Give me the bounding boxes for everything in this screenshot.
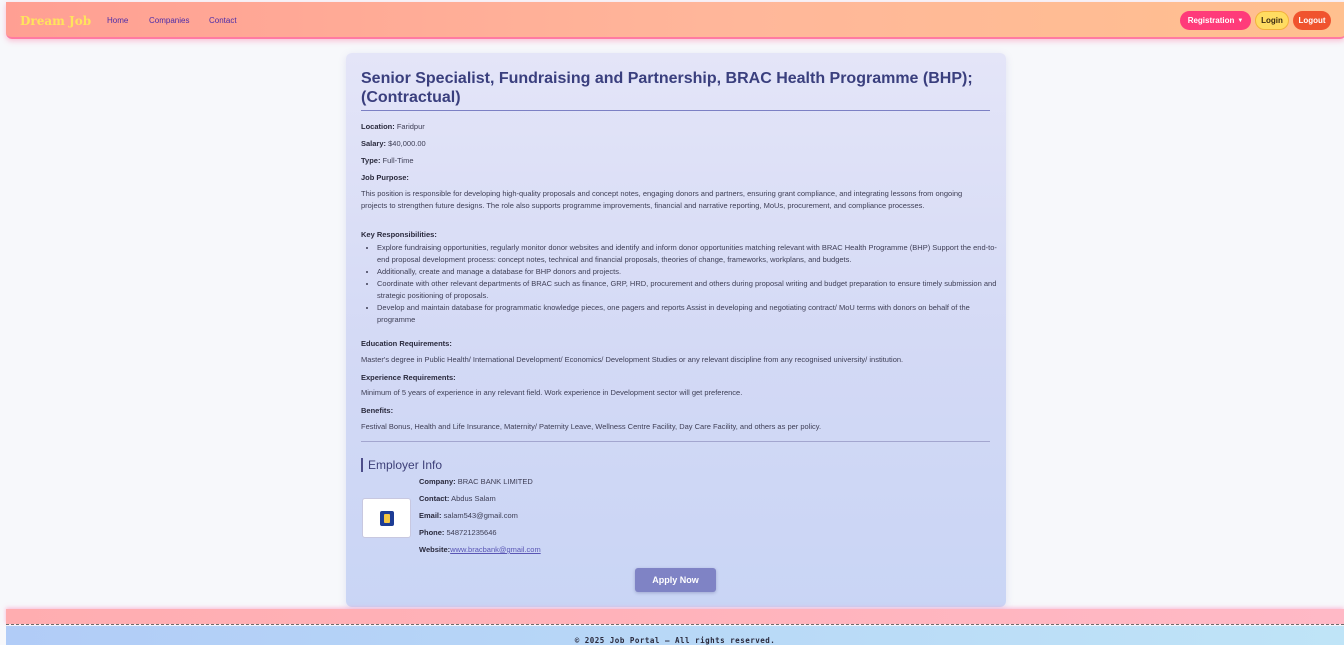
experience-label: Experience Requirements: bbox=[361, 373, 456, 382]
footer-accent-band bbox=[6, 609, 1344, 624]
salary-label: Salary: bbox=[361, 139, 387, 148]
job-purpose-heading: Job Purpose: bbox=[361, 172, 409, 184]
location-value: Faridpur bbox=[396, 122, 425, 131]
company-value: BRAC BANK LIMITED bbox=[457, 477, 533, 486]
registration-label: Registration bbox=[1187, 16, 1235, 25]
caret-down-icon: ▼ bbox=[1237, 17, 1244, 24]
nav-link-companies[interactable]: Companies bbox=[149, 16, 189, 25]
experience-text: Minimum of 5 years of experience in any … bbox=[361, 388, 743, 397]
employer-email: Email: salam543@gmail.com bbox=[419, 511, 518, 520]
location-label: Location: bbox=[361, 122, 395, 131]
contact-label: Contact: bbox=[419, 494, 450, 503]
benefits-heading: Benefits: bbox=[361, 405, 393, 417]
email-value: salam543@gmail.com bbox=[443, 511, 518, 520]
employer-contact: Contact: Abdus Salam bbox=[419, 494, 496, 503]
salary-value: $40,000.00 bbox=[388, 139, 426, 148]
benefits-label: Benefits: bbox=[361, 406, 394, 415]
registration-dropdown-button[interactable]: Registration ▼ bbox=[1180, 11, 1251, 30]
education-label: Education Requirements: bbox=[361, 339, 452, 348]
website-link[interactable]: www.bracbank@gmail.com bbox=[450, 545, 541, 554]
nav-link-contact[interactable]: Contact bbox=[209, 16, 237, 25]
phone-label: Phone: bbox=[419, 528, 445, 537]
experience-heading: Experience Requirements: bbox=[361, 372, 456, 384]
phone-value: 548721235646 bbox=[446, 528, 497, 537]
brac-bank-logo-icon bbox=[380, 511, 394, 526]
responsibilities-list: Explore fundraising opportunities, regul… bbox=[361, 242, 997, 326]
job-detail-card: Senior Specialist, Fundraising and Partn… bbox=[346, 53, 1006, 607]
responsibilities-label: Key Responsibilities: bbox=[361, 230, 437, 239]
benefits-text: Festival Bonus, Health and Life Insuranc… bbox=[361, 422, 822, 431]
top-navbar: Dream Job Home Companies Contact Registr… bbox=[6, 2, 1344, 39]
company-logo bbox=[362, 498, 411, 538]
login-button[interactable]: Login bbox=[1255, 11, 1289, 30]
list-item: Additionally, create and manage a databa… bbox=[377, 266, 997, 278]
section-divider bbox=[361, 441, 990, 442]
education-text: Master's degree in Public Health/ Intern… bbox=[361, 355, 904, 364]
job-location: Location: Faridpur bbox=[361, 121, 425, 133]
responsibilities-heading: Key Responsibilities: bbox=[361, 229, 437, 241]
job-title: Senior Specialist, Fundraising and Partn… bbox=[361, 70, 973, 106]
employer-phone: Phone: 548721235646 bbox=[419, 528, 497, 537]
website-label: Website: bbox=[419, 545, 451, 554]
footer: © 2025 Job Portal — All rights reserved. bbox=[6, 626, 1344, 645]
contact-value: Abdus Salam bbox=[451, 494, 496, 503]
employer-company: Company: BRAC BANK LIMITED bbox=[419, 477, 533, 486]
employer-website: Website:www.bracbank@gmail.com bbox=[419, 545, 541, 554]
nav-link-home[interactable]: Home bbox=[107, 16, 128, 25]
apply-now-button[interactable]: Apply Now bbox=[635, 568, 716, 592]
company-label: Company: bbox=[419, 477, 456, 486]
list-item: Develop and maintain database for progra… bbox=[377, 302, 997, 326]
list-item: Explore fundraising opportunities, regul… bbox=[377, 242, 997, 266]
copyright-text: © 2025 Job Portal — All rights reserved. bbox=[574, 636, 776, 645]
type-value: Full-Time bbox=[382, 156, 414, 165]
title-divider bbox=[361, 110, 990, 111]
education-heading: Education Requirements: bbox=[361, 338, 452, 350]
job-purpose-text: This position is responsible for develop… bbox=[361, 189, 963, 210]
email-label: Email: bbox=[419, 511, 442, 520]
list-item: Coordinate with other relevant departmen… bbox=[377, 278, 997, 302]
job-type: Type: Full-Time bbox=[361, 155, 414, 167]
type-label: Type: bbox=[361, 156, 381, 165]
job-purpose-label: Job Purpose: bbox=[361, 173, 409, 182]
employer-info-heading: Employer Info bbox=[361, 458, 442, 472]
job-salary: Salary: $40,000.00 bbox=[361, 138, 426, 150]
brand-logo[interactable]: Dream Job bbox=[20, 14, 91, 28]
logout-button[interactable]: Logout bbox=[1293, 11, 1331, 30]
